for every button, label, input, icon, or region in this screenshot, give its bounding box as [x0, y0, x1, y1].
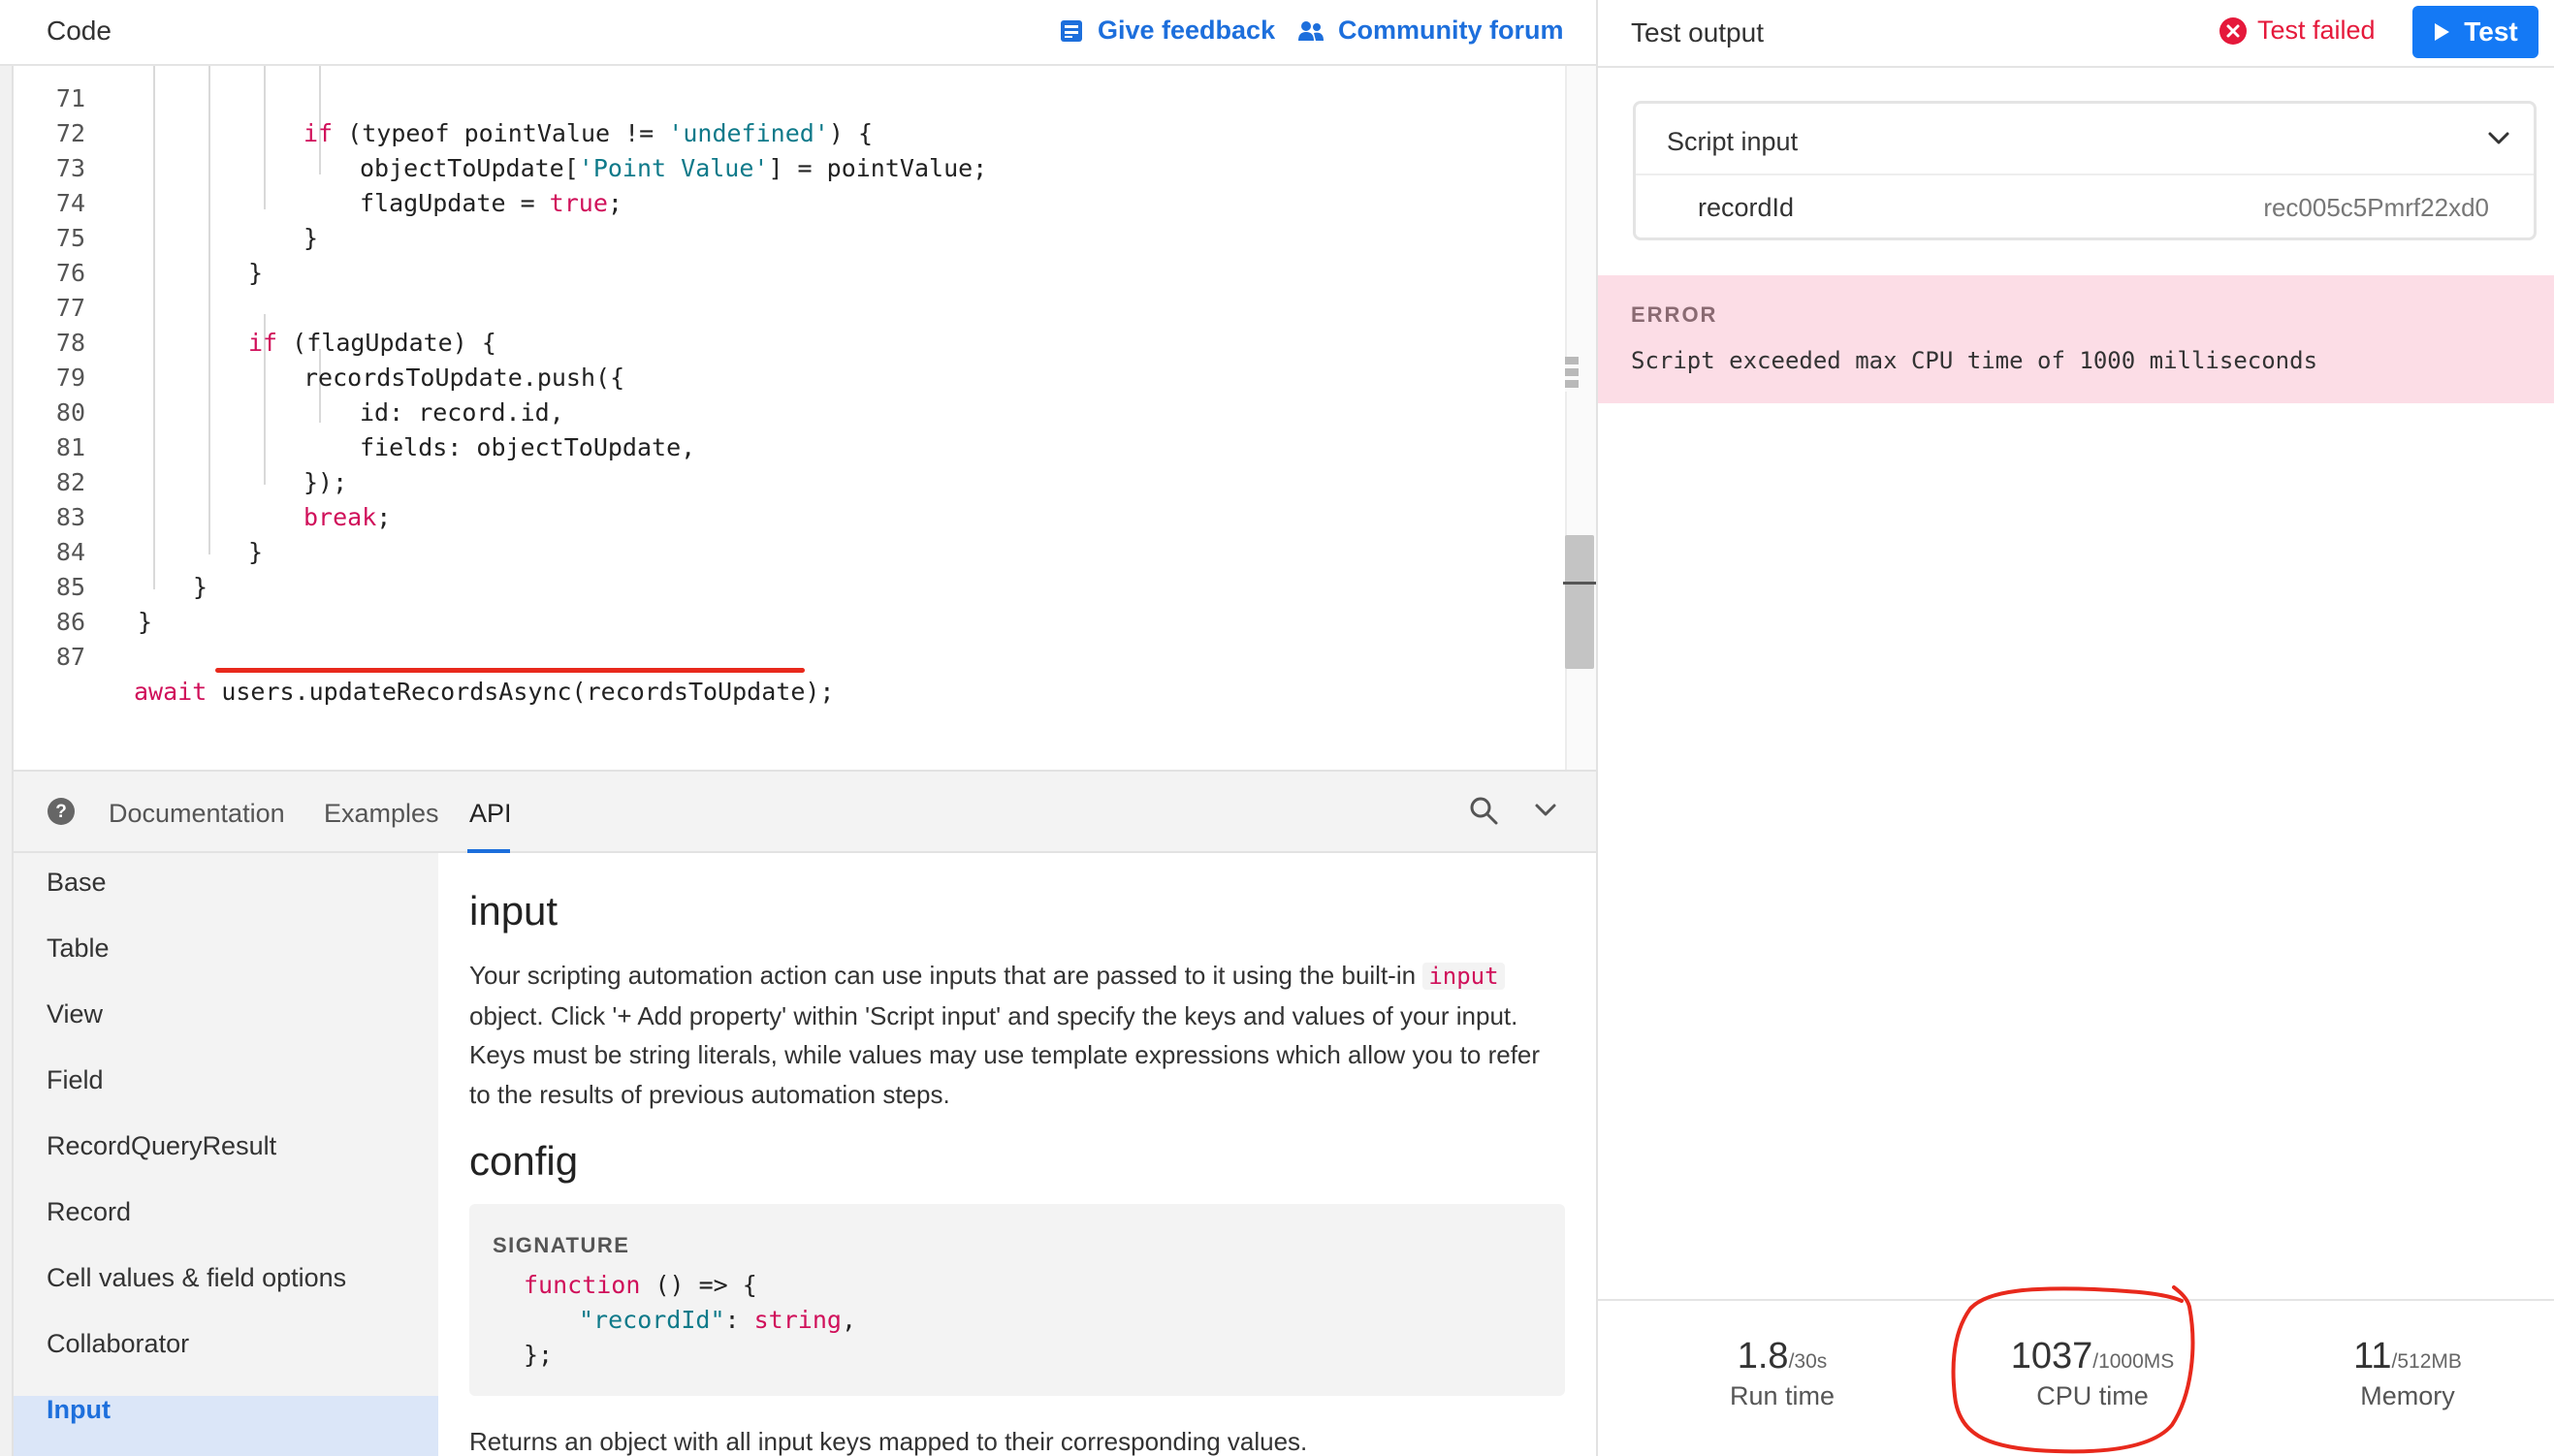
output-header: Test output Test failed Test	[1598, 0, 2554, 68]
feedback-icon	[1061, 19, 1082, 42]
test-output-panel: Test output Test failed Test Script inpu…	[1596, 0, 2554, 1456]
test-button[interactable]: Test	[2412, 6, 2538, 58]
code-header: Code Give feedback Community forum	[0, 0, 1596, 66]
sidebar-item-table[interactable]: Table	[47, 929, 110, 967]
code-line: 74 }	[55, 189, 319, 252]
help-icon[interactable]: ?	[47, 797, 76, 826]
inline-code-input: input	[1422, 963, 1505, 990]
signature-line: "recordId": string,	[579, 1306, 856, 1334]
red-circle-annotation	[1951, 1285, 2195, 1454]
chevron-down-icon[interactable]	[2487, 129, 2510, 148]
docs-tab-bar: ? Documentation Examples API	[14, 770, 1596, 853]
stat-memory: 11/512MB Memory	[2296, 1336, 2519, 1411]
scrollbar-thumb[interactable]	[1565, 535, 1594, 669]
signature-box: SIGNATURE function () => { "recordId": s…	[469, 1204, 1565, 1396]
returns-description: Returns an object with all input keys ma…	[469, 1427, 1308, 1456]
test-status: Test failed	[2219, 16, 2376, 46]
play-icon	[2435, 23, 2450, 41]
tab-examples[interactable]: Examples	[324, 799, 439, 829]
give-feedback-label: Give feedback	[1098, 16, 1276, 45]
code-line: 75 }	[55, 224, 264, 287]
sidebar-item-view[interactable]: View	[47, 995, 103, 1033]
heading-input: input	[469, 888, 559, 934]
doc-content: input Your scripting automation action c…	[438, 853, 1596, 1456]
code-line: 79 id: record.id,	[55, 364, 564, 427]
code-title: Code	[47, 16, 112, 46]
give-feedback-link[interactable]: Give feedback	[1059, 16, 1275, 46]
sidebar-item-field[interactable]: Field	[47, 1060, 104, 1099]
code-line: 76	[55, 259, 85, 287]
sidebar-item-input[interactable]: Input	[47, 1390, 111, 1429]
code-line: 84 }	[55, 538, 208, 601]
error-label: ERROR	[1631, 302, 1718, 327]
tab-api[interactable]: API	[469, 799, 512, 829]
sidebar-item-collaborator[interactable]: Collaborator	[47, 1324, 189, 1363]
code-editor[interactable]: 71 if (typeof pointValue != 'undefined')…	[14, 66, 1569, 770]
code-line: 82 break;	[55, 468, 392, 531]
left-edge-strip	[0, 66, 14, 1456]
error-x-icon	[2219, 16, 2247, 45]
api-sidebar: Base Table View Field RecordQueryResult …	[14, 853, 438, 1456]
stat-limit: /30s	[1788, 1350, 1828, 1373]
scrollbar-cursor-mark	[1563, 582, 1596, 585]
code-line: 78 recordsToUpdate.push({	[55, 329, 625, 392]
divider	[1636, 174, 2534, 175]
script-input-card[interactable]: Script input recordId rec005c5Pmrf22xd0	[1633, 101, 2537, 240]
output-title: Test output	[1631, 17, 1764, 47]
test-status-label: Test failed	[2257, 16, 2376, 45]
code-line: 86	[55, 608, 85, 636]
code-line: 85 }	[55, 573, 153, 636]
code-line: 80 fields: objectToUpdate,	[55, 398, 696, 461]
heading-config: config	[469, 1138, 579, 1184]
error-box: ERROR Script exceeded max CPU time of 10…	[1598, 275, 2554, 403]
tab-documentation[interactable]: Documentation	[109, 799, 285, 829]
stat-run-time: 1.8/30s Run time	[1676, 1336, 1889, 1411]
input-description: Your scripting automation action can use…	[469, 961, 1541, 1109]
search-icon[interactable]	[1468, 795, 1499, 826]
code-line: 77 if (flagUpdate) {	[55, 294, 496, 357]
community-forum-label: Community forum	[1338, 16, 1564, 45]
signature-line: function () => {	[524, 1271, 757, 1299]
sidebar-item-recordqueryresult[interactable]: RecordQueryResult	[47, 1126, 276, 1165]
code-line: 71 if (typeof pointValue != 'undefined')…	[55, 84, 874, 147]
input-key: recordId	[1698, 193, 1795, 222]
signature-label: SIGNATURE	[493, 1233, 630, 1257]
chevron-down-icon[interactable]	[1534, 801, 1557, 820]
code-line: 83 }	[55, 503, 264, 566]
code-line: 72 objectToUpdate['Point Value'] = point…	[55, 119, 988, 182]
community-forum-link[interactable]: Community forum	[1297, 16, 1564, 46]
community-icon	[1298, 20, 1324, 41]
sidebar-item-record[interactable]: Record	[47, 1192, 131, 1231]
scrollbar-marker	[1565, 357, 1579, 392]
script-input-title: Script input	[1667, 127, 1799, 156]
code-line: 81 });	[55, 433, 348, 496]
input-value: rec005c5Pmrf22xd0	[2263, 193, 2489, 222]
code-line: 73 flagUpdate = true;	[55, 154, 623, 217]
sidebar-item-cell-values[interactable]: Cell values & field options	[47, 1258, 346, 1297]
signature-line: };	[524, 1341, 554, 1369]
stat-value: 1.8	[1737, 1336, 1789, 1377]
code-line: 87 await users.updateRecordsAsync(record…	[55, 643, 835, 706]
error-message: Script exceeded max CPU time of 1000 mil…	[1631, 347, 2318, 374]
stat-label: Memory	[2360, 1381, 2455, 1410]
code-panel: Code Give feedback Community forum 71 if…	[0, 0, 1596, 1456]
stat-value: 11	[2353, 1336, 2392, 1377]
stat-label: Run time	[1729, 1381, 1836, 1410]
stat-limit: /512MB	[2391, 1350, 2462, 1373]
red-underline-annotation	[215, 668, 805, 673]
test-button-label: Test	[2464, 16, 2518, 47]
sidebar-item-base[interactable]: Base	[47, 863, 107, 902]
svg-text:?: ?	[55, 802, 67, 822]
